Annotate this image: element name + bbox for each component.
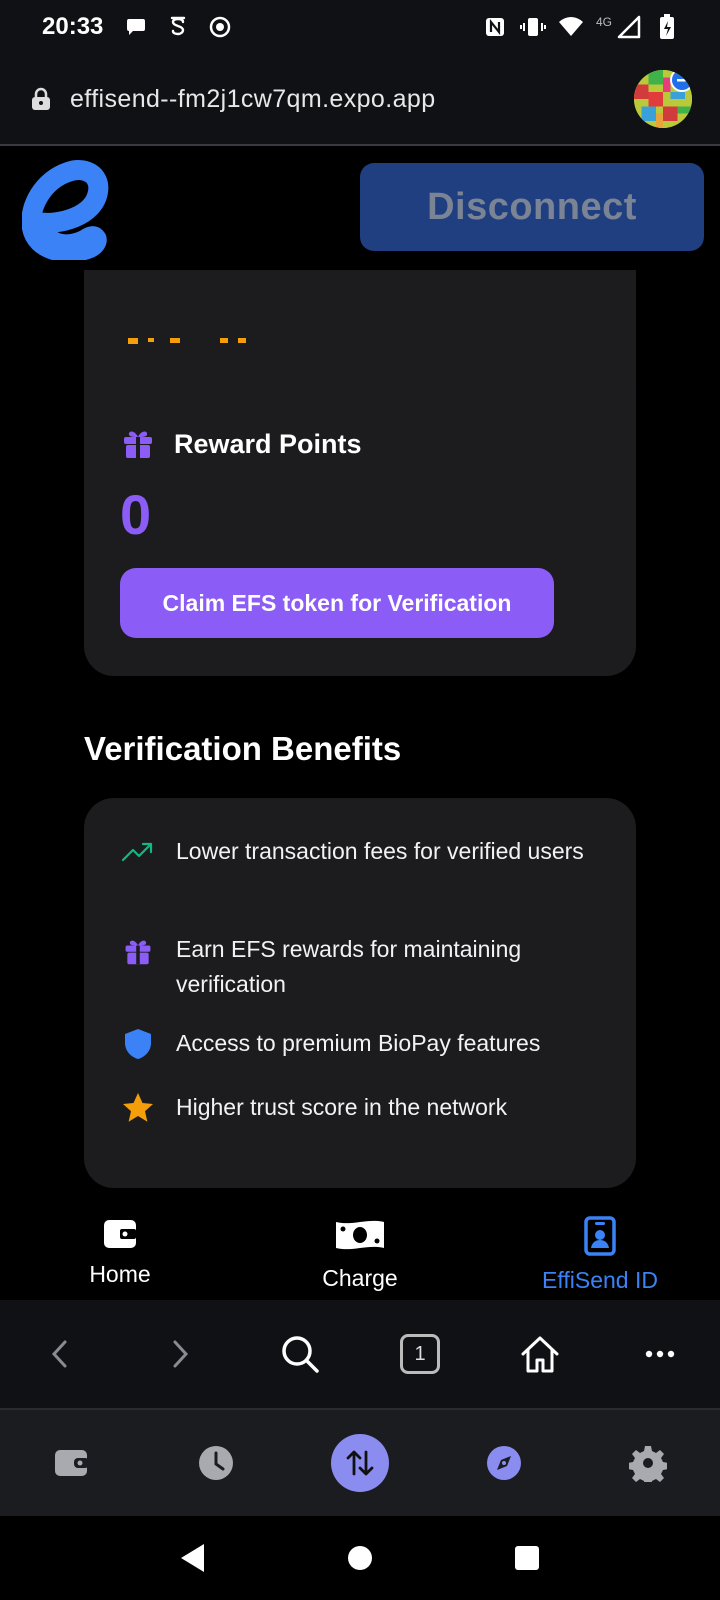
gift-icon [120,932,156,968]
lock-icon[interactable] [28,85,56,113]
tab-charge[interactable]: Charge [240,1208,480,1300]
partial-amount-text [128,338,246,344]
account-avatar[interactable] [634,70,692,128]
system-nav-bar [0,1516,720,1600]
benefit-text: Earn EFS rewards for maintaining verific… [176,936,522,997]
dock-swap-button[interactable] [330,1433,390,1493]
tab-count: 1 [400,1334,440,1374]
swap-arrows-icon [331,1434,389,1492]
status-time: 20:33 [42,13,104,40]
wifi-icon [558,14,584,40]
disconnect-button[interactable]: Disconnect [360,163,704,251]
benefit-text: Access to premium BioPay features [176,1030,541,1056]
benefits-card: Lower transaction fees for verified user… [84,798,636,1188]
benefit-item: Lower transaction fees for verified user… [120,834,590,870]
app-header: Disconnect [0,146,720,270]
browser-toolbar: 1 [0,1300,720,1408]
record-notification-icon [207,14,233,40]
tabs-button[interactable]: 1 [390,1324,450,1384]
tab-charge-label: Charge [322,1265,398,1291]
home-icon[interactable] [510,1324,570,1384]
dock-explore-icon[interactable] [474,1433,534,1493]
back-icon[interactable] [30,1324,90,1384]
trending-up-icon [120,834,156,870]
benefit-text: Lower transaction fees for verified user… [176,838,584,864]
shield-icon [120,1026,156,1062]
browser-url-bar[interactable]: effisend--fm2j1cw7qm.expo.app [0,54,720,146]
dock-history-icon[interactable] [186,1433,246,1493]
main-content[interactable]: Reward Points 0 Claim EFS token for Veri… [0,146,720,1300]
tab-effisend-id[interactable]: EffiSend ID [480,1208,720,1300]
system-status-icons: 4G [482,14,680,40]
benefit-text: Higher trust score in the network [176,1094,508,1120]
app-s-notification-icon [165,14,191,40]
claim-efs-button[interactable]: Claim EFS token for Verification [120,568,554,638]
tab-home-label: Home [89,1261,151,1287]
benefit-item: Higher trust score in the network [120,1090,590,1126]
id-badge-icon [583,1216,617,1261]
app-tab-bar: Home Charge EffiSend ID [0,1208,720,1300]
cash-icon [334,1216,386,1259]
url-text[interactable]: effisend--fm2j1cw7qm.expo.app [70,85,436,114]
chat-notification-icon [123,14,149,40]
tab-effisend-id-label: EffiSend ID [542,1267,658,1293]
tab-home[interactable]: Home [0,1208,240,1300]
wallet-icon [102,1216,138,1255]
verification-benefits-title: Verification Benefits [84,730,402,767]
signal-icon [616,14,642,40]
notification-icons [123,14,233,40]
forward-icon[interactable] [150,1324,210,1384]
effisend-logo [21,160,114,263]
star-icon [120,1090,156,1126]
more-menu-icon[interactable] [630,1324,690,1384]
nav-back-icon[interactable] [173,1538,213,1578]
minus-badge-icon [670,70,692,92]
wallet-dock [0,1408,720,1516]
dock-settings-icon[interactable] [618,1433,678,1493]
search-icon[interactable] [270,1324,330,1384]
battery-charging-icon [654,14,680,40]
benefit-item: Access to premium BioPay features [120,1026,590,1062]
network-type-label: 4G [595,15,612,29]
dock-wallet-icon[interactable] [42,1433,102,1493]
nav-home-icon[interactable] [340,1538,380,1578]
vibrate-icon [519,14,546,40]
benefit-item: Earn EFS rewards for maintaining verific… [120,932,590,1002]
reward-header: Reward Points [120,424,362,465]
nav-recents-icon[interactable] [507,1538,547,1578]
reward-points-value: 0 [120,483,152,546]
status-bar: 20:33 4G [0,0,720,54]
reward-title: Reward Points [174,429,362,459]
reward-points-card: Reward Points 0 Claim EFS token for Veri… [84,382,636,676]
nfc-icon [482,14,508,40]
gift-icon [120,424,156,465]
